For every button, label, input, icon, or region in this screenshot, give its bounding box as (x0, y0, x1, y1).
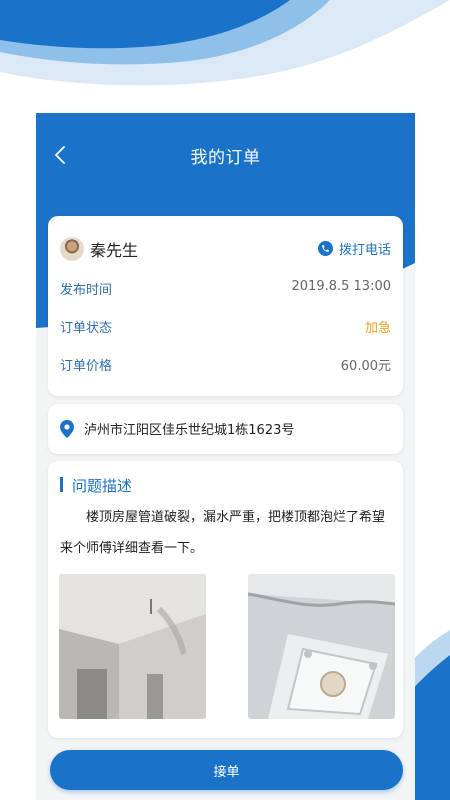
publish-time-label: 发布时间 (60, 283, 113, 298)
avatar (60, 237, 84, 261)
nav-bar: 我的订单 (36, 133, 415, 177)
publish-time-row: 发布时间 2019.8.5 13:00 (60, 279, 391, 301)
problem-photo-1[interactable] (59, 574, 206, 719)
problem-section-title: 问题描述 (72, 477, 133, 495)
order-price-label: 订单价格 (60, 359, 113, 374)
phone-icon (317, 241, 333, 256)
order-status-label: 订单状态 (60, 321, 113, 336)
order-price-row: 订单价格 60.00元 (60, 355, 391, 377)
publish-time-value: 2019.8.5 13:00 (291, 279, 392, 294)
page-title: 我的订单 (190, 148, 261, 168)
order-info-card: 秦先生 拨打电话 发布时间 2019.8.5 13:00 订单状态 加急 订单价… (48, 216, 403, 396)
order-price-value: 60.00元 (340, 359, 391, 374)
order-status-value: 加急 (364, 321, 391, 336)
section-accent-bar (60, 477, 63, 492)
accept-order-button[interactable]: 接单 (50, 750, 403, 790)
problem-card: 问题描述 楼顶房屋管道破裂，漏水严重，把楼顶都泡烂了希望来个师傅详细查看一下。 (48, 461, 403, 738)
order-status-row: 订单状态 加急 (60, 317, 391, 339)
problem-description: 楼顶房屋管道破裂，漏水严重，把楼顶都泡烂了希望来个师傅详细查看一下。 (60, 510, 386, 556)
location-pin-icon (60, 420, 74, 438)
address-text: 泸州市江阳区佳乐世纪城1栋1623号 (84, 423, 295, 438)
customer-name: 秦先生 (90, 241, 139, 260)
order-detail-screen: 我的订单 秦先生 拨打电话 发布时间 2019.8.5 13:00 订单状态 加… (36, 113, 415, 800)
customer-row: 秦先生 拨打电话 (60, 236, 391, 262)
top-wave-decoration (0, 0, 450, 86)
address-card[interactable]: 泸州市江阳区佳乐世纪城1栋1623号 (48, 404, 403, 454)
problem-photo-2[interactable] (248, 574, 395, 719)
call-button-label: 拨打电话 (338, 243, 391, 258)
call-button[interactable]: 拨打电话 (317, 239, 391, 258)
